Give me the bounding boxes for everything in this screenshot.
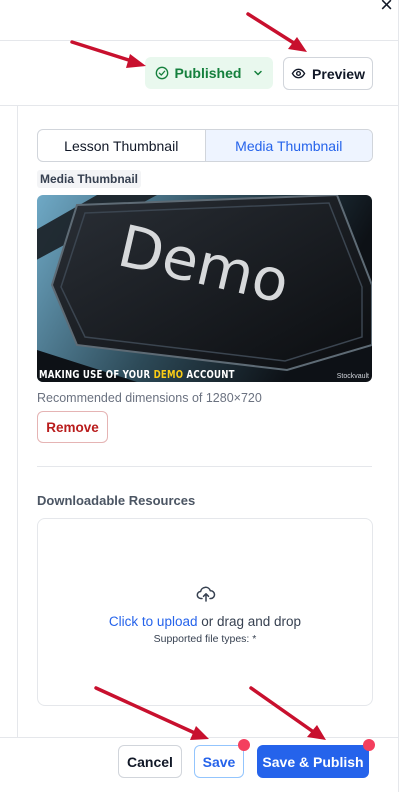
media-thumbnail-label: Media Thumbnail [37,169,145,188]
status-dropdown[interactable]: Published [145,57,273,89]
check-circle-icon [155,66,168,80]
notification-dot-publish [363,739,375,751]
cloud-upload-icon [196,586,216,602]
downloadable-resources-title: Downloadable Resources [37,493,196,508]
media-thumbnail-image: Demo MAKING USE OF YOUR DEMO ACCOUNT Sto… [37,195,372,382]
chevron-down-icon [254,70,263,76]
preview-label: Preview [312,65,365,82]
tab-media-thumbnail[interactable]: Media Thumbnail [204,130,372,161]
close-button[interactable]: × [380,0,393,16]
eye-icon [291,68,306,79]
thumbnail-tabs: Lesson Thumbnail Media Thumbnail [37,129,373,162]
thumbnail-watermark: Stockvault [336,373,369,380]
click-to-upload-link[interactable]: Click to upload [109,614,198,629]
editor-header: Published Preview [0,40,398,106]
supported-file-types: Supported file types: * [153,633,257,645]
thumbnail-caption: MAKING USE OF YOUR DEMO ACCOUNT [39,368,235,381]
notification-dot-save [238,739,250,751]
save-and-publish-button[interactable]: Save & Publish [257,745,369,778]
tab-lesson-thumbnail[interactable]: Lesson Thumbnail [38,130,205,161]
preview-button[interactable]: Preview [283,57,373,90]
recommended-dimensions: Recommended dimensions of 1280×720 [37,391,262,405]
content-left-border [17,106,18,738]
upload-dropzone[interactable]: Click to upload or drag and drop Support… [37,518,373,706]
cancel-button[interactable]: Cancel [118,745,182,778]
remove-button[interactable]: Remove [37,411,108,443]
section-divider [37,466,372,467]
footer-actions: Cancel Save Save & Publish [0,737,398,792]
save-button[interactable]: Save [194,745,244,778]
upload-instruction: Click to upload or drag and drop [108,614,302,629]
status-label: Published [174,65,242,81]
right-panel-edge [398,0,407,792]
